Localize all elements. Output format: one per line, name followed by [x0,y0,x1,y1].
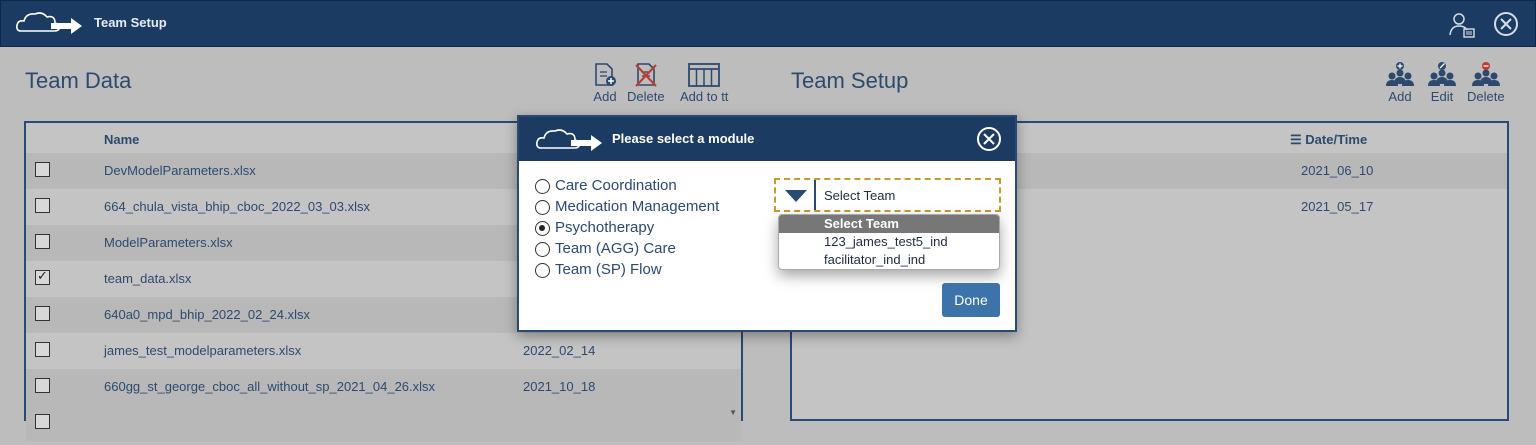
file-name: 660gg_st_george_cboc_all_without_sp_2021… [104,379,436,394]
row-checkbox[interactable] [35,234,50,249]
dropdown-toggle-icon[interactable] [776,180,816,210]
team-date: 2021_05_17 [1301,199,1374,214]
add-to-tt-button[interactable]: Add to tt [680,62,728,104]
dropdown-option[interactable]: facilitator_ind_ind [779,251,999,269]
file-name: 640a0_mpd_bhip_2022_02_24.xlsx [104,307,311,322]
row-checkbox[interactable] [35,198,50,213]
file-date: 2021_10_18 [523,379,596,394]
edit-team-label: Edit [1430,89,1454,104]
row-checkbox[interactable] [35,162,50,177]
cloud-logo-icon [535,127,605,158]
file-name: 664_chula_vista_bhip_cboc_2022_03_03.xls… [104,199,370,214]
dialog-header: Please select a module [519,117,1015,161]
team-setup-title: Team Setup [791,68,909,93]
add-file-label: Add [593,89,617,104]
date-time-column-header[interactable]: ☰ Date/Time [1290,132,1367,148]
table-row[interactable]: 660gg_st_george_cboc_all_without_sp_2021… [26,369,741,405]
close-app-icon[interactable] [1492,10,1520,43]
radio-button[interactable] [535,200,550,215]
dropdown-option[interactable]: 123_james_test5_ind [779,233,999,251]
scroll-down-icon[interactable]: ▼ [729,408,737,417]
dialog-title: Please select a module [612,131,755,146]
delete-team-button[interactable]: Delete [1467,62,1505,104]
edit-team-button[interactable]: Edit [1426,62,1458,104]
team-dropdown-list: Select Team 123_james_test5_ind facilitato… [778,214,1000,270]
row-checkbox[interactable] [35,268,50,285]
row-checkbox[interactable] [35,342,50,357]
add-team-button[interactable]: Add [1384,62,1416,104]
sort-icon: ☰ [1290,132,1302,147]
dropdown-value: Select Team [824,188,896,203]
select-team-dropdown[interactable]: Select Team [774,178,1001,212]
delete-file-label: Delete [627,89,665,104]
add-team-label: Add [1388,89,1412,104]
delete-file-icon [635,63,657,87]
file-name: ModelParameters.xlsx [104,235,233,250]
edit-team-icon [1428,62,1456,86]
row-checkbox[interactable] [35,306,50,321]
file-name: james_test_modelparameters.xlsx [104,343,302,358]
radio-button[interactable] [535,242,550,257]
app-title: Team Setup [94,15,167,30]
name-column-header[interactable]: Name [104,132,139,147]
user-profile-icon[interactable] [1448,11,1476,44]
radio-button[interactable] [535,179,550,194]
title-bar: Team Setup [0,0,1536,47]
done-button[interactable]: Done [942,283,1000,317]
add-to-tt-label: Add to tt [680,89,729,104]
delete-team-label: Delete [1467,89,1505,104]
radio-button[interactable] [535,263,550,278]
file-name: DevModelParameters.xlsx [104,163,256,178]
select-module-dialog: Please select a module Care Coordination… [517,115,1017,332]
add-file-icon [595,63,616,86]
radio-label: Medication Management [555,198,720,215]
add-file-button[interactable]: Add [592,62,618,104]
radio-label: Psychotherapy [555,219,655,236]
delete-file-button[interactable]: Delete [627,62,665,104]
close-dialog-icon[interactable] [975,125,1003,158]
table-row[interactable]: james_test_modelparameters.xlsx 2022_02_1… [26,333,741,369]
radio-button[interactable] [535,221,550,236]
team-data-title: Team Data [25,68,132,93]
date-time-label: Date/Time [1305,132,1368,147]
radio-label: Team (AGG) Care [555,240,676,257]
table-row-partial[interactable] [26,405,741,441]
table-grid-icon [688,63,721,87]
row-checkbox[interactable] [35,414,50,429]
delete-team-icon [1471,62,1500,86]
radio-label: Team (SP) Flow [555,261,662,278]
row-checkbox[interactable] [35,378,50,393]
team-date: 2021_06_10 [1301,163,1374,178]
add-team-icon [1386,62,1414,86]
file-date: 2022_02_14 [523,343,596,358]
dropdown-option[interactable]: Select Team [779,215,999,233]
file-name: team_data.xlsx [104,271,192,286]
radio-label: Care Coordination [555,177,677,194]
cloud-logo-icon [15,9,85,42]
